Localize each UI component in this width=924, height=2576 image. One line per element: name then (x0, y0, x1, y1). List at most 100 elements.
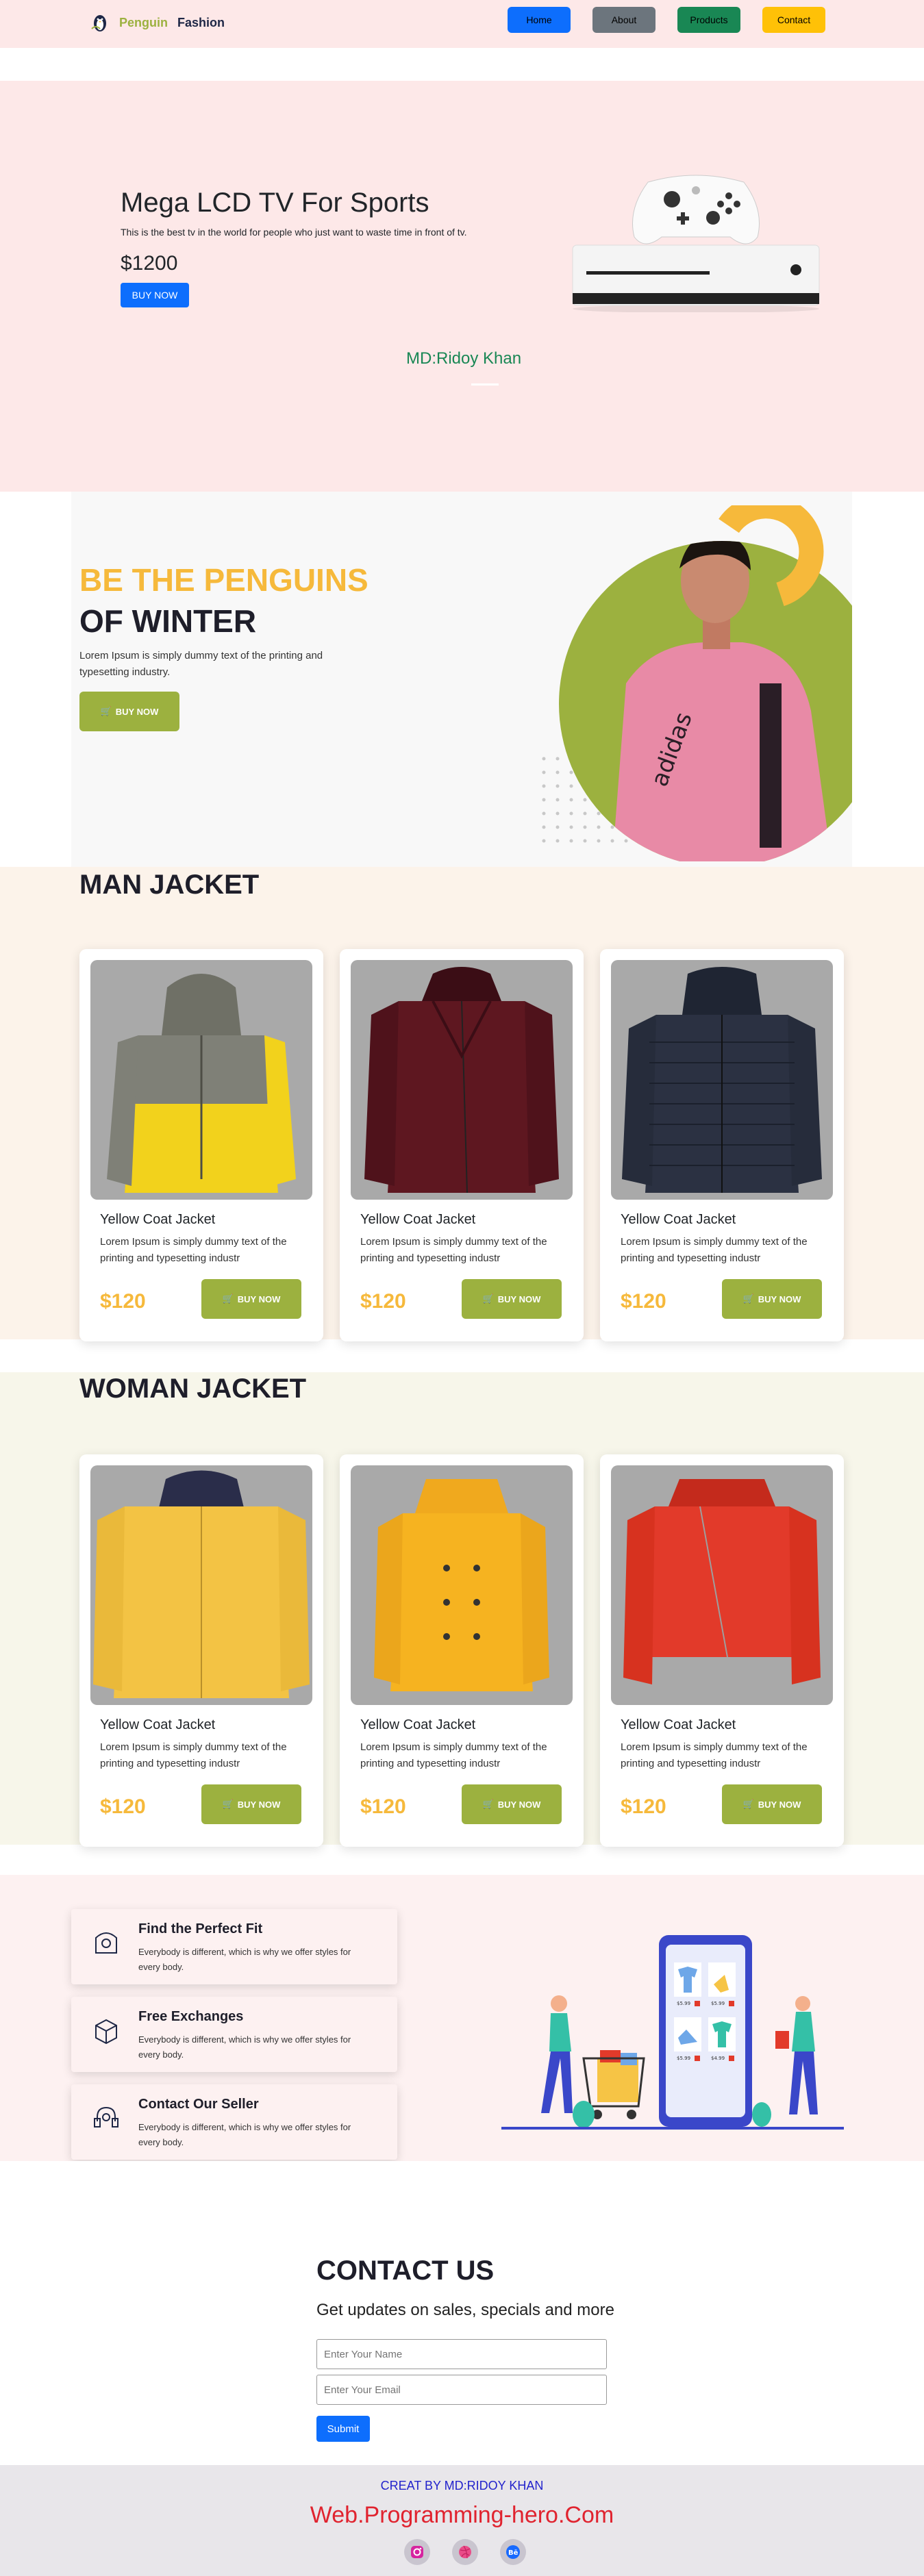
feature-text: Everybody is different, which is why we … (138, 1947, 351, 1972)
hanger-icon (95, 1932, 117, 1954)
feature-text: Everybody is different, which is why we … (138, 2122, 351, 2147)
feature-card: Free Exchanges Everybody is different, w… (71, 1997, 397, 2072)
winter-buy-button[interactable]: 🛒 BUY NOW (79, 692, 179, 731)
logo[interactable]: Penguin Fashion (88, 12, 225, 33)
product-description: Lorem Ipsum is simply dummy text of the … (621, 1236, 808, 1264)
product-price: $120 (100, 1795, 146, 1818)
model-photo: adidas (542, 505, 852, 861)
contact-heading: CONTACT US (316, 2256, 495, 2286)
footer: CREAT BY MD:RIDOY KHAN Web.Programming-h… (0, 2465, 924, 2576)
woman-jacket-section: WOMAN JACKET Yellow Coat Jacket Lorem Ip… (0, 1372, 924, 1847)
product-price: $120 (360, 1795, 406, 1818)
product-description: Lorem Ipsum is simply dummy text of the … (100, 1236, 287, 1264)
product-title: Yellow Coat Jacket (621, 1717, 736, 1732)
product-title: Yellow Coat Jacket (360, 1717, 476, 1732)
product-image (90, 960, 312, 1200)
product-buy-button[interactable]: 🛒 BUY NOW (722, 1784, 822, 1824)
feature-card: Contact Our Seller Everybody is differen… (71, 2084, 397, 2160)
hero-price: $1200 (121, 252, 178, 275)
dribbble-icon[interactable] (452, 2539, 478, 2565)
product-buy-label: BUY NOW (237, 1293, 281, 1304)
man-jacket-heading: MAN JACKET (79, 870, 260, 900)
product-buy-label: BUY NOW (758, 1293, 801, 1304)
product-image (351, 960, 573, 1200)
product-card: Yellow Coat Jacket Lorem Ipsum is simply… (600, 1454, 844, 1847)
cart-icon: 🛒 (482, 1293, 494, 1304)
hero-description: This is the best tv in the world for peo… (121, 227, 467, 238)
woman-jacket-heading: WOMAN JACKET (79, 1374, 307, 1404)
product-image (611, 960, 833, 1200)
shop-price-label: $4.99 (711, 2056, 725, 2061)
cart-icon: 🛒 (742, 1799, 754, 1809)
nav-products-button[interactable]: Products (677, 7, 740, 33)
name-input[interactable] (316, 2339, 607, 2369)
brand-name-part2: Fashion (177, 15, 225, 29)
instagram-icon[interactable] (404, 2539, 430, 2565)
product-buy-label: BUY NOW (497, 1799, 541, 1810)
footer-site-link[interactable]: Web.Programming-hero.Com (0, 2502, 924, 2529)
product-image (90, 1465, 312, 1705)
nav-home-button[interactable]: Home (508, 7, 571, 33)
shop-price-label: $5.99 (677, 2056, 690, 2061)
cart-icon: 🛒 (742, 1293, 754, 1304)
hero-buy-button[interactable]: BUY NOW (121, 283, 189, 307)
winter-banner: BE THE PENGUINS OF WINTER Lorem Ipsum is… (71, 492, 852, 867)
features-section: Find the Perfect Fit Everybody is differ… (0, 1875, 924, 2161)
product-buy-button[interactable]: 🛒 BUY NOW (462, 1279, 562, 1319)
footer-credit: CREAT BY MD:RIDOY KHAN (380, 2479, 544, 2492)
winter-heading-line1: BE THE PENGUINS (79, 562, 369, 598)
product-price: $120 (621, 1290, 666, 1313)
product-description: Lorem Ipsum is simply dummy text of the … (100, 1741, 287, 1769)
shop-price-label: $5.99 (677, 2001, 690, 2006)
gray-yellow-puffer-jacket-image (107, 974, 296, 1193)
email-input[interactable] (316, 2375, 607, 2405)
submit-button[interactable]: Submit (316, 2416, 370, 2442)
feature-title: Free Exchanges (138, 2009, 244, 2024)
xbox-console-image (572, 175, 820, 312)
behance-icon[interactable]: Bē (500, 2539, 526, 2565)
cart-icon: 🛒 (222, 1799, 234, 1809)
product-buy-button[interactable]: 🛒 BUY NOW (201, 1279, 301, 1319)
winter-buy-label: BUY NOW (115, 706, 159, 717)
product-description: Lorem Ipsum is simply dummy text of the … (360, 1741, 547, 1769)
penguin-logo-icon (91, 15, 106, 31)
feature-title: Find the Perfect Fit (138, 1921, 263, 1936)
product-price: $120 (100, 1290, 146, 1313)
product-image (351, 1465, 573, 1705)
red-leather-jacket-image (623, 1479, 821, 1684)
product-buy-button[interactable]: 🛒 BUY NOW (462, 1784, 562, 1824)
product-description: Lorem Ipsum is simply dummy text of the … (621, 1741, 808, 1769)
product-image (611, 1465, 833, 1705)
carousel-indicator[interactable] (471, 383, 499, 386)
headset-icon (94, 2106, 118, 2127)
contact-subheading: Get updates on sales, specials and more (316, 2301, 614, 2319)
product-card: Yellow Coat Jacket Lorem Ipsum is simply… (340, 949, 584, 1341)
navbar: Penguin Fashion Home About Products Cont… (0, 0, 924, 48)
product-buy-button[interactable]: 🛒 BUY NOW (722, 1279, 822, 1319)
navy-puffer-jacket-image (622, 967, 822, 1193)
feature-text: Everybody is different, which is why we … (138, 2034, 351, 2060)
cart-icon: 🛒 (482, 1799, 494, 1809)
product-card: Yellow Coat Jacket Lorem Ipsum is simply… (79, 1454, 323, 1847)
product-card: Yellow Coat Jacket Lorem Ipsum is simply… (600, 949, 844, 1341)
hero-title: Mega LCD TV For Sports (121, 188, 429, 218)
product-buy-label: BUY NOW (758, 1799, 801, 1810)
feature-title: Contact Our Seller (138, 2097, 259, 2112)
product-title: Yellow Coat Jacket (100, 1212, 216, 1227)
contact-section: CONTACT US Get updates on sales, special… (0, 2161, 924, 2465)
yellow-hooded-jacket-image (93, 1470, 310, 1698)
product-buy-label: BUY NOW (237, 1799, 281, 1810)
product-buy-button[interactable]: 🛒 BUY NOW (201, 1784, 301, 1824)
winter-text: Lorem Ipsum is simply dummy text of the … (79, 650, 323, 678)
nav-about-button[interactable]: About (592, 7, 655, 33)
winter-heading-line2: OF WINTER (79, 603, 257, 639)
product-price: $120 (360, 1290, 406, 1313)
yellow-peacoat-image (374, 1479, 549, 1691)
product-title: Yellow Coat Jacket (621, 1212, 736, 1227)
shop-price-label: $5.99 (711, 2001, 725, 2006)
brand-name-part1: Penguin (119, 15, 168, 29)
product-buy-label: BUY NOW (497, 1293, 541, 1304)
social-links: Bē (404, 2539, 526, 2565)
nav-contact-button[interactable]: Contact (762, 7, 825, 33)
cart-icon: 🛒 (100, 706, 112, 716)
